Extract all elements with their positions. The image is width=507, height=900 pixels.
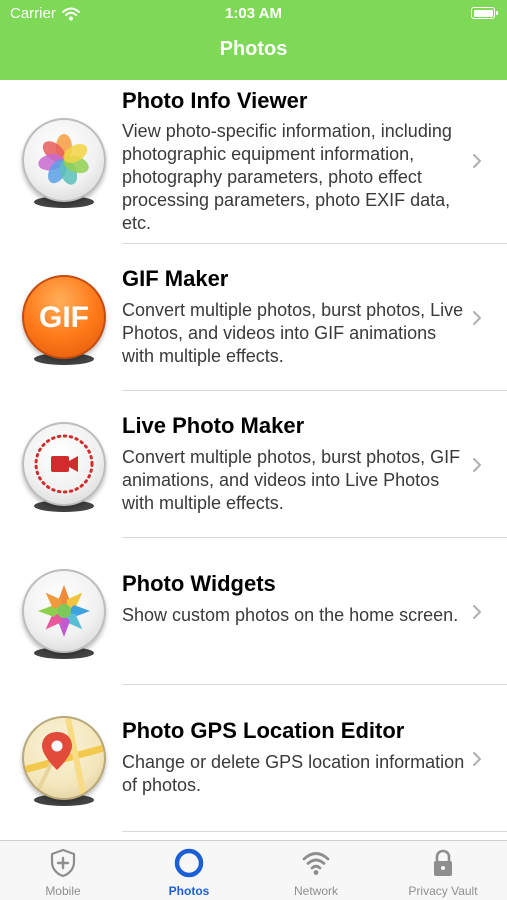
battery-icon [471,7,498,19]
list-item-photo-info-viewer[interactable]: Photo Info Viewer View photo-specific in… [0,80,507,244]
list-item-live-photo-maker[interactable]: Live Photo Maker Convert multiple photos… [0,391,507,538]
tab-label: Mobile [45,884,81,898]
page-title: Photos [219,38,288,60]
row-divider [122,831,507,832]
item-description: Show custom photos on the home screen. [122,605,459,625]
item-title: Live Photo Maker [122,413,305,438]
item-description: View photo-specific information, includi… [122,121,452,233]
item-description: Convert multiple photos, burst photos, G… [122,447,461,513]
list-item-gif-maker[interactable]: GIF GIF Maker Convert multiple photos, b… [0,244,507,391]
tab-network[interactable]: Network [253,841,379,900]
gif-maker-icon-wrap: GIF [20,275,108,371]
item-title: Photo GPS Location Editor [122,718,405,743]
status-time: 1:03 AM [225,5,282,22]
wifi-icon [302,852,330,875]
status-bar: Carrier 1:03 AM [0,0,507,28]
item-title: Photo Info Viewer [122,88,308,113]
chevron-right-icon [473,605,481,619]
gif-icon-text: GIF [39,301,89,334]
gps-editor-icon-wrap [20,716,108,812]
tab-label: Privacy Vault [408,884,478,898]
tab-label: Network [293,884,338,898]
circle-icon [174,848,204,878]
tab-label: Photos [168,884,210,898]
gif-icon: GIF [22,275,106,359]
flower-petals-icon [22,118,106,202]
feature-list: Photo Info Viewer View photo-specific in… [0,80,507,840]
chevron-right-icon [473,154,481,168]
list-item-photo-gps-location-editor[interactable]: Photo GPS Location Editor Change or dele… [0,685,507,832]
widget-flower-icon [22,569,106,653]
chevron-right-icon [473,458,481,472]
tab-privacy-vault[interactable]: Privacy Vault [380,841,506,900]
photo-info-viewer-icon-wrap [20,118,108,214]
item-title: Photo Widgets [122,571,276,596]
tab-photos[interactable]: Photos [126,841,252,900]
lock-icon [434,849,452,876]
live-photo-maker-icon-wrap [20,422,108,518]
shield-plus-icon [50,848,76,878]
item-description: Convert multiple photos, burst photos, L… [122,300,464,366]
item-description: Change or delete GPS location informatio… [122,752,465,795]
header-bar: Carrier 1:03 AM Photos [0,0,507,80]
photo-widgets-icon-wrap [20,569,108,665]
map-pin-icon [22,716,106,800]
list-item-photo-widgets[interactable]: Photo Widgets Show custom photos on the … [0,538,507,685]
item-title: GIF Maker [122,266,229,291]
tab-mobile[interactable]: Mobile [0,841,126,900]
chevron-right-icon [473,311,481,325]
chevron-right-icon [473,752,481,766]
tab-bar: Mobile Photos Network Privacy Vault [0,840,507,900]
live-photo-camera-icon [22,422,106,506]
